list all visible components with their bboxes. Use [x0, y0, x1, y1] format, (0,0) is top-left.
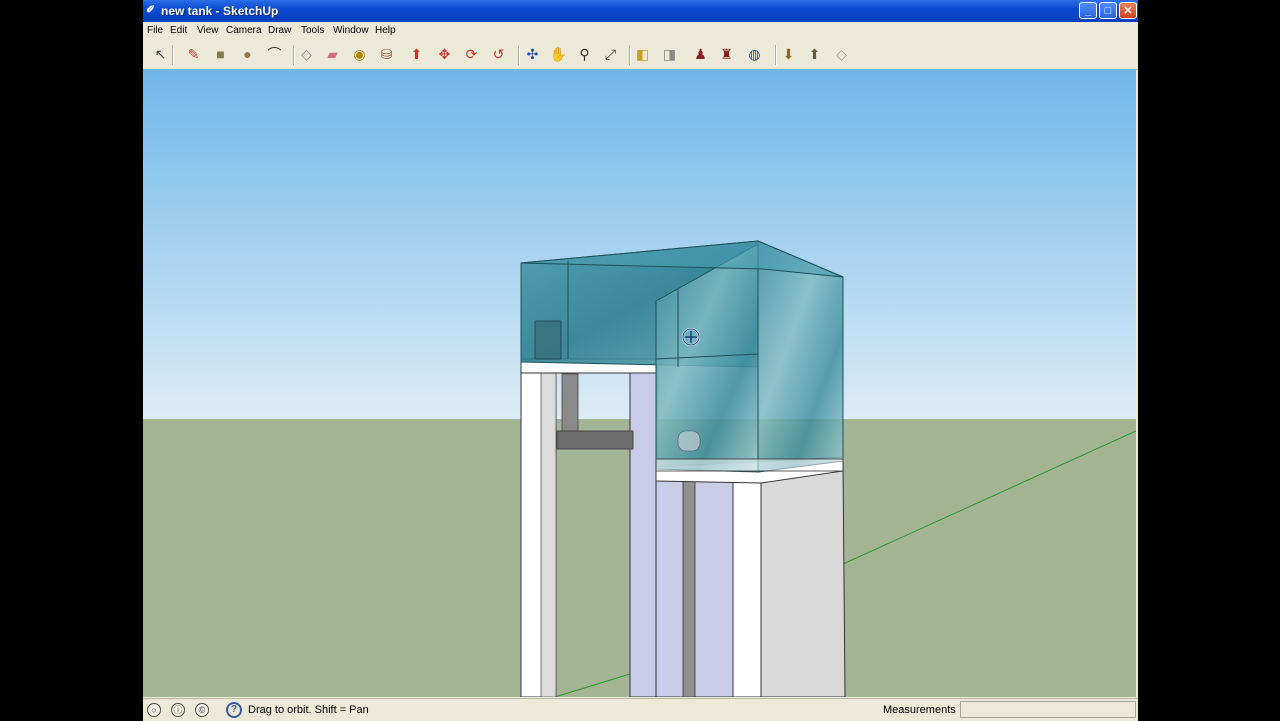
zoom-tool-icon[interactable]: ⚲	[575, 45, 594, 64]
help-icon[interactable]: ?	[226, 702, 242, 718]
position-camera-icon[interactable]: ♟	[691, 45, 710, 64]
stand-back-post	[682, 480, 696, 697]
menu-camera[interactable]: Camera	[226, 25, 262, 36]
status-hint: Drag to orbit. Shift = Pan	[248, 704, 369, 716]
zoom-extents-icon[interactable]: ⤢	[601, 45, 620, 64]
menu-edit[interactable]: Edit	[170, 25, 187, 36]
menu-tools[interactable]: Tools	[301, 25, 324, 36]
inner-pipe	[677, 430, 701, 452]
user-icon[interactable]: ©	[195, 703, 209, 717]
toolbar-separator	[518, 45, 520, 65]
credits-icon[interactable]: ⓘ	[171, 703, 185, 717]
toolbar-separator	[293, 45, 295, 65]
look-around-icon[interactable]: ◍	[745, 45, 764, 64]
menu-file[interactable]: File	[147, 25, 163, 36]
move-tool-icon[interactable]: ✥	[435, 45, 454, 64]
offset-tool-icon[interactable]: ↺	[489, 45, 508, 64]
rectangle-tool-icon[interactable]: ■	[211, 45, 230, 64]
toolbar-separator	[775, 45, 777, 65]
close-button[interactable]: ✕	[1119, 2, 1137, 19]
orbit-cursor-icon	[682, 328, 700, 346]
arc-tool-icon[interactable]: ⌒	[265, 45, 284, 64]
toolbar-separator	[172, 45, 174, 65]
pan-tool-icon[interactable]: ✋	[549, 45, 568, 64]
menu-draw[interactable]: Draw	[268, 25, 291, 36]
vertical-pipe	[561, 373, 579, 437]
orbit-tool-icon[interactable]: ✣	[523, 45, 542, 64]
share-model-icon[interactable]: ⬆	[805, 45, 824, 64]
sketchup-window: ✐ new tank - SketchUp _ □ ✕ File Edit Vi…	[143, 0, 1138, 721]
tape-measure-icon[interactable]: ◉	[350, 45, 369, 64]
stand-inner-panel	[629, 372, 658, 697]
measurements-label: Measurements	[883, 704, 956, 716]
line-tool-icon[interactable]: ✎	[184, 45, 203, 64]
tank-base-trim	[655, 458, 844, 472]
title-bar[interactable]: ✐ new tank - SketchUp _ □ ✕	[143, 0, 1138, 22]
make-component-icon[interactable]: ◇	[297, 45, 316, 64]
menu-window[interactable]: Window	[333, 25, 369, 36]
menu-view[interactable]: View	[197, 25, 219, 36]
horizontal-pipe	[556, 430, 634, 450]
stand-right-leg	[732, 473, 762, 697]
previous-view-icon[interactable]: ◧	[633, 45, 652, 64]
minimize-button[interactable]: _	[1079, 2, 1097, 19]
stand-left-leg-shade	[540, 368, 557, 697]
menu-help[interactable]: Help	[375, 25, 396, 36]
menu-bar: File Edit View Camera Draw Tools Window …	[143, 22, 1138, 40]
paint-bucket-icon[interactable]: ⛁	[377, 45, 396, 64]
next-view-icon[interactable]: ◨	[660, 45, 679, 64]
maximize-button[interactable]: □	[1099, 2, 1117, 19]
walk-tool-icon[interactable]: ♜	[717, 45, 736, 64]
scene-canvas[interactable]	[143, 69, 1136, 697]
stand-side-face	[760, 463, 846, 697]
sketchup-app-icon[interactable]: ✐	[146, 4, 158, 16]
rotate-tool-icon[interactable]: ⟳	[462, 45, 481, 64]
3d-viewport[interactable]	[143, 69, 1136, 697]
toolbar: ↖ ✎ ■ ● ⌒ ◇ ▰ ◉ ⛁ ⬆ ✥ ⟳ ↺ ✣ ✋ ⚲ ⤢ ◧ ◨ ♟ ♜ ◍ ⬇ ⬆ ◇	[143, 40, 1138, 70]
stand-back-panel	[655, 478, 745, 697]
share-component-icon[interactable]: ◇	[832, 45, 851, 64]
window-title: new tank - SketchUp	[161, 4, 279, 18]
overflow-box	[534, 320, 562, 360]
toolbar-separator	[629, 45, 631, 65]
circle-tool-icon[interactable]: ●	[238, 45, 257, 64]
get-models-icon[interactable]: ⬇	[779, 45, 798, 64]
push-pull-icon[interactable]: ⬆	[407, 45, 426, 64]
geolocation-icon[interactable]: ○	[147, 703, 161, 717]
select-tool-icon[interactable]: ↖	[151, 45, 170, 64]
status-bar: ○ ⓘ © ? Drag to orbit. Shift = Pan Measu…	[143, 698, 1138, 721]
measurements-field[interactable]	[960, 701, 1136, 718]
eraser-tool-icon[interactable]: ▰	[323, 45, 342, 64]
